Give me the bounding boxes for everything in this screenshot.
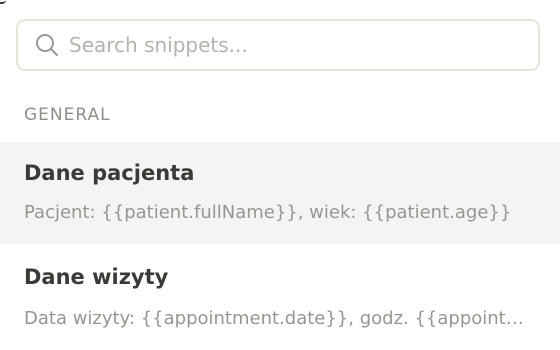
snippet-preview: Pacjent: {{patient.fullName}}, wiek: {{p… bbox=[24, 202, 512, 223]
snippet-item-dane-wizyty[interactable]: Dane wizyty Data wizyty: {{appointment.d… bbox=[0, 244, 560, 346]
search-icon bbox=[36, 34, 58, 56]
search-input[interactable] bbox=[69, 33, 509, 57]
snippet-picker-panel: GENERAL Dane pacjenta Pacjent: {{patient… bbox=[0, 0, 560, 350]
search-box[interactable] bbox=[16, 19, 540, 71]
snippet-title: Dane pacjenta bbox=[24, 161, 195, 185]
snippet-title: Dane wizyty bbox=[24, 265, 169, 289]
panel-corner-mark bbox=[0, 0, 6, 4]
snippet-preview: Data wizyty: {{appointment.date}}, godz.… bbox=[24, 308, 534, 329]
section-header-general: GENERAL bbox=[24, 105, 111, 125]
snippet-item-dane-pacjenta[interactable]: Dane pacjenta Pacjent: {{patient.fullNam… bbox=[0, 142, 560, 244]
